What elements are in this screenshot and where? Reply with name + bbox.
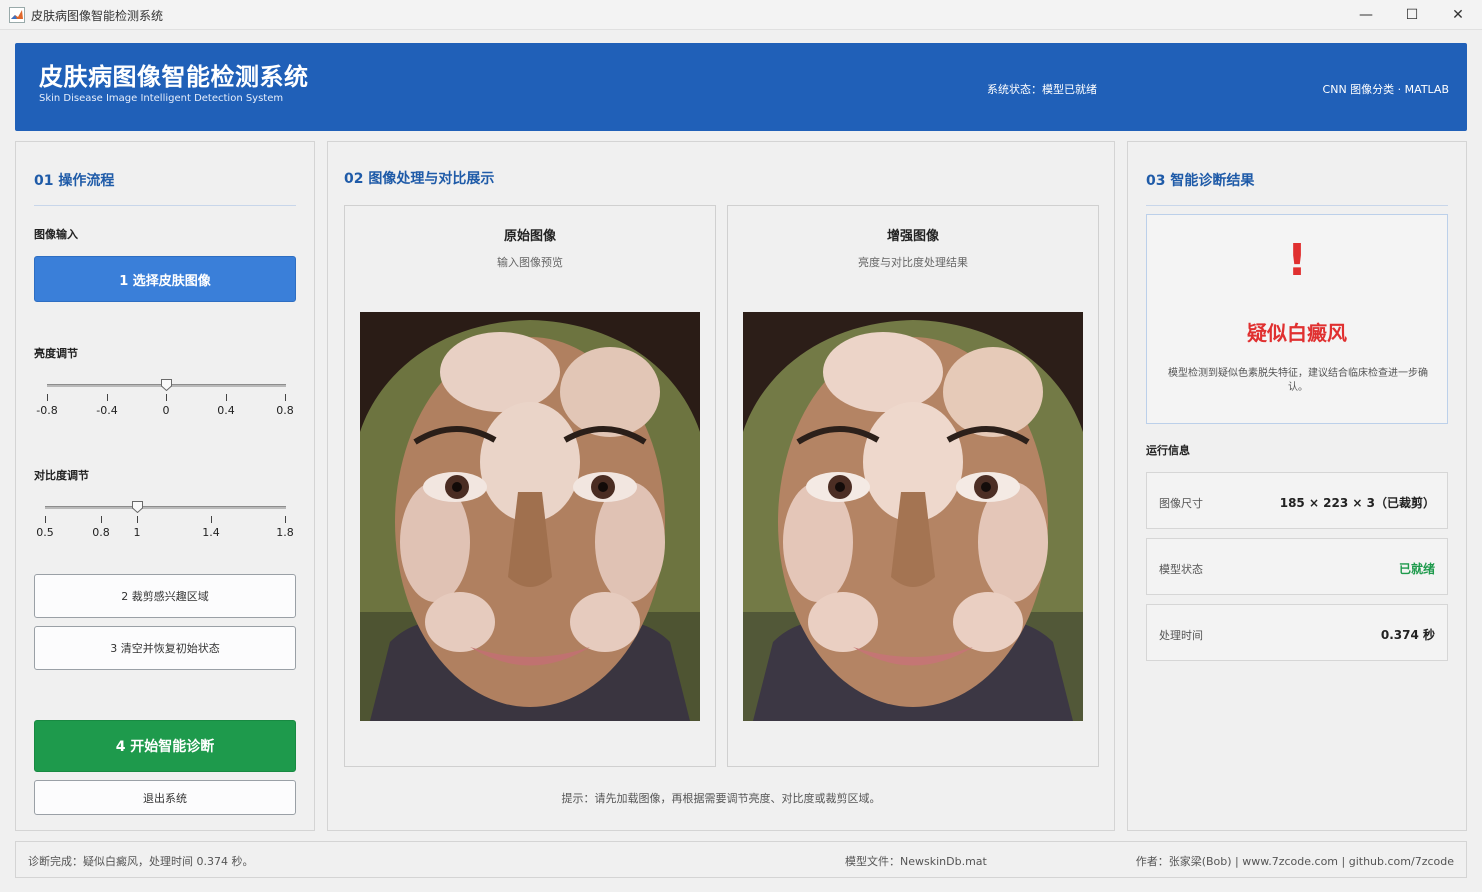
brightness-tick (166, 394, 167, 401)
app-header: 皮肤病图像智能检测系统 Skin Disease Image Intellige… (15, 43, 1467, 131)
workflow-title: 01 操作流程 (34, 173, 115, 189)
model-status-row: 模型状态 已就绪 (1146, 538, 1448, 595)
brightness-tick-label: 0.4 (217, 404, 235, 417)
workflow-panel: 01 操作流程 图像输入 1 选择皮肤图像 亮度调节 -0.8 -0.4 0 0… (15, 141, 315, 831)
start-diagnosis-button[interactable]: 4 开始智能诊断 (34, 720, 296, 772)
diagnosis-label: 疑似白癜风 (1247, 321, 1347, 345)
diagnosis-card: ! 疑似白癜风 模型检测到疑似色素脱失特征，建议结合临床检查进一步确认。 (1146, 214, 1448, 424)
brightness-tick-label: -0.4 (96, 404, 118, 417)
processing-time-value: 0.374 秒 (1380, 628, 1435, 642)
image-comparison-panel: 02 图像处理与对比展示 原始图像 输入图像预览 增强图像 亮度与对比度处理结果… (327, 141, 1115, 831)
diagnosis-result-panel: 03 智能诊断结果 ! 疑似白癜风 模型检测到疑似色素脱失特征，建议结合临床检查… (1127, 141, 1467, 831)
diagnosis-description: 模型检测到疑似色素脱失特征，建议结合临床检查进一步确认。 (1168, 368, 1428, 393)
app-subtitle: Skin Disease Image Intelligent Detection… (39, 93, 284, 104)
contrast-slider-thumb[interactable] (132, 501, 143, 513)
reset-button[interactable]: 3 清空并恢复初始状态 (34, 626, 296, 670)
model-file-info: 模型文件：NewskinDb.mat (845, 855, 987, 868)
section-divider (1146, 205, 1448, 206)
maximize-icon: ☐ (1405, 7, 1419, 23)
brightness-tick-label: -0.8 (36, 404, 58, 417)
contrast-tick-label: 1.8 (276, 526, 294, 539)
minimize-icon: — (1359, 7, 1373, 23)
app-title: 皮肤病图像智能检测系统 (39, 63, 309, 91)
result-title: 03 智能诊断结果 (1146, 173, 1255, 189)
image-size-value: 185 × 223 × 3（已裁剪） (1279, 496, 1435, 510)
original-image-card: 原始图像 输入图像预览 (344, 205, 716, 767)
minimize-button[interactable]: — (1343, 0, 1389, 30)
status-message: 诊断完成：疑似白癜风，处理时间 0.374 秒。 (28, 855, 254, 868)
contrast-label: 对比度调节 (34, 469, 89, 482)
original-skin-image (360, 312, 700, 721)
processing-time-key: 处理时间 (1159, 629, 1203, 642)
processing-time-row: 处理时间 0.374 秒 (1146, 604, 1448, 661)
brightness-tick-label: 0 (162, 404, 170, 417)
brightness-tick (107, 394, 108, 401)
hint-text: 提示：请先加载图像，再根据需要调节亮度、对比度或裁剪区域。 (561, 792, 881, 805)
model-status-key: 模型状态 (1159, 563, 1203, 576)
close-window-button[interactable]: ✕ (1435, 0, 1481, 30)
brightness-tick (226, 394, 227, 401)
contrast-tick-label: 1 (133, 526, 141, 539)
contrast-slider-track[interactable] (45, 506, 286, 509)
brightness-slider-thumb[interactable] (161, 379, 172, 391)
window-title: 皮肤病图像智能检测系统 (31, 9, 164, 23)
image-input-label: 图像输入 (34, 228, 78, 241)
exit-button[interactable]: 退出系统 (34, 780, 296, 815)
image-size-key: 图像尺寸 (1159, 497, 1203, 510)
alert-icon: ! (1286, 235, 1308, 286)
contrast-tick-label: 1.4 (202, 526, 220, 539)
enhanced-image-subtitle: 亮度与对比度处理结果 (858, 256, 968, 269)
brightness-label: 亮度调节 (34, 347, 78, 360)
contrast-tick (101, 516, 102, 523)
status-bar: 诊断完成：疑似白癜风，处理时间 0.374 秒。 模型文件：NewskinDb.… (15, 841, 1467, 878)
contrast-tick (45, 516, 46, 523)
brightness-tick-label: 0.8 (276, 404, 294, 417)
comparison-title: 02 图像处理与对比展示 (344, 171, 495, 187)
enhanced-image-title: 增强图像 (886, 229, 939, 244)
original-image-subtitle: 输入图像预览 (497, 256, 563, 269)
close-icon: ✕ (1452, 7, 1464, 23)
enhanced-image-card: 增强图像 亮度与对比度处理结果 (727, 205, 1099, 767)
contrast-tick-label: 0.5 (36, 526, 54, 539)
author-info: 作者：张家梁(Bob) | www.7zcode.com | github.co… (1135, 855, 1454, 868)
run-info-label: 运行信息 (1146, 444, 1190, 457)
model-status-value: 已就绪 (1398, 562, 1435, 576)
contrast-tick (137, 516, 138, 523)
select-image-button[interactable]: 1 选择皮肤图像 (34, 256, 296, 302)
section-divider (34, 205, 296, 206)
brightness-tick (285, 394, 286, 401)
matlab-app-icon (9, 7, 25, 23)
contrast-tick (211, 516, 212, 523)
tech-label: CNN 图像分类 · MATLAB (1322, 83, 1449, 96)
maximize-button[interactable]: ☐ (1389, 0, 1435, 30)
crop-roi-button[interactable]: 2 裁剪感兴趣区域 (34, 574, 296, 618)
brightness-tick (47, 394, 48, 401)
window-titlebar: 皮肤病图像智能检测系统 — ☐ ✕ (0, 0, 1482, 30)
image-size-row: 图像尺寸 185 × 223 × 3（已裁剪） (1146, 472, 1448, 529)
system-status: 系统状态：模型已就绪 (987, 83, 1097, 96)
enhanced-skin-image (743, 312, 1083, 721)
original-image-title: 原始图像 (503, 229, 556, 244)
contrast-tick (285, 516, 286, 523)
contrast-tick-label: 0.8 (92, 526, 110, 539)
